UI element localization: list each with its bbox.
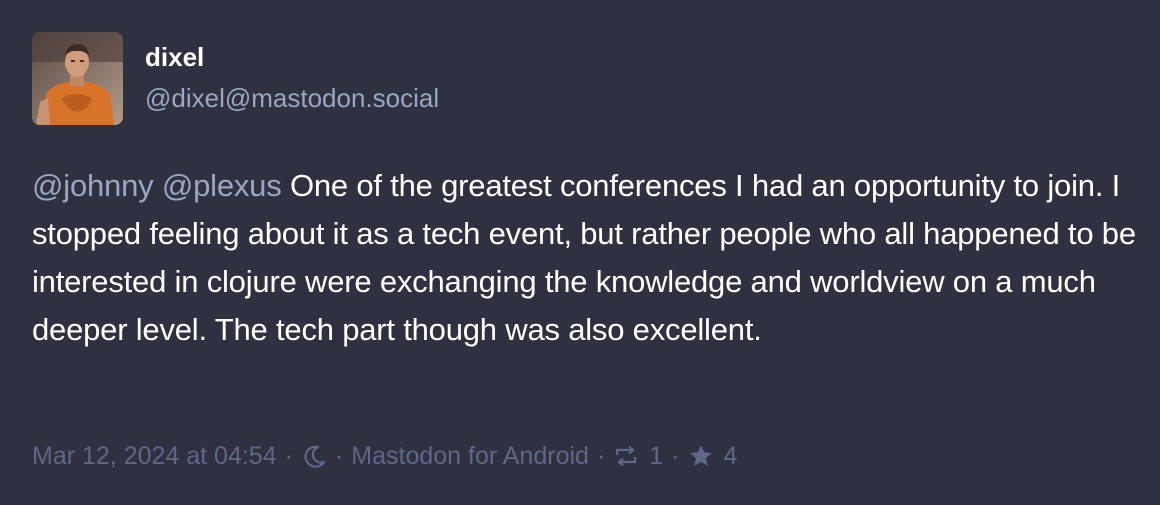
meta-separator: · (596, 441, 606, 470)
meta-separator: · (334, 441, 344, 470)
favourite-count: 4 (723, 441, 738, 470)
mention-link-johnny[interactable]: @johnny (32, 168, 154, 203)
post-content: @johnny @plexus One of the greatest conf… (32, 162, 1142, 354)
meta-separator: · (284, 441, 293, 470)
client-app-link[interactable]: Mastodon for Android (351, 442, 589, 471)
display-name[interactable]: dixel (145, 42, 439, 72)
avatar-image (32, 32, 123, 125)
boost-icon[interactable] (613, 444, 639, 468)
post-header: dixel @dixel@mastodon.social (32, 32, 439, 126)
post-meta: Mar 12, 2024 at 04:54 · · Mastodon for A… (32, 438, 737, 474)
author-names: dixel @dixel@mastodon.social (145, 32, 439, 113)
account-handle[interactable]: @dixel@mastodon.social (145, 83, 439, 113)
meta-separator: · (671, 441, 680, 470)
avatar[interactable] (32, 32, 123, 125)
post-card: dixel @dixel@mastodon.social @johnny @pl… (0, 0, 1160, 505)
moon-icon (301, 443, 327, 469)
post-timestamp[interactable]: Mar 12, 2024 at 04:54 (32, 442, 277, 471)
boost-count: 1 (649, 441, 664, 470)
star-icon[interactable] (688, 443, 714, 469)
mention-link-plexus[interactable]: @plexus (162, 168, 282, 203)
